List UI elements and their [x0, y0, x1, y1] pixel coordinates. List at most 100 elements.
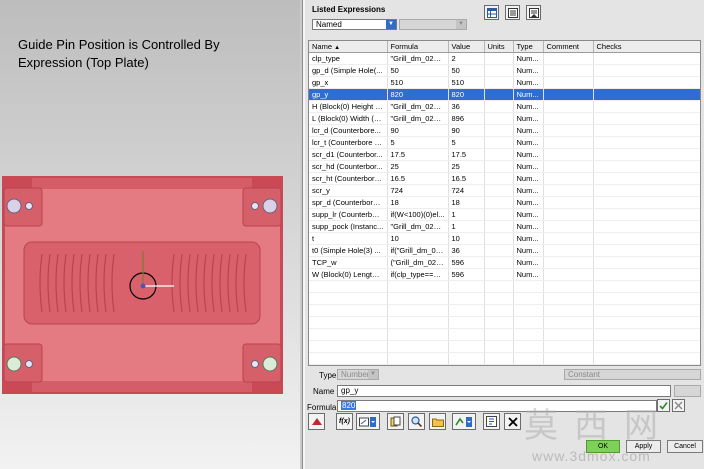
- table-row[interactable]: scr_hd (Counterbor... 25 25 Num...: [309, 160, 700, 173]
- table-row[interactable]: lcr_t (Counterbore H... 5 5 Num...: [309, 136, 700, 149]
- table-row[interactable]: scr_d1 (Counterbor... 17.5 17.5 Num...: [309, 148, 700, 161]
- screw-hole-bl: [25, 360, 33, 368]
- cell-checks: [593, 256, 700, 269]
- cell-units: [484, 76, 514, 89]
- cell-name: W (Block(0) Length (...: [309, 268, 388, 281]
- cell-type: Num...: [513, 208, 544, 221]
- cell-units: [484, 184, 514, 197]
- cell-name: t: [309, 232, 388, 245]
- cell-comment: [543, 64, 594, 77]
- export-expressions-button[interactable]: [526, 5, 541, 20]
- delete-button[interactable]: [504, 413, 521, 430]
- table-row[interactable]: spr_d (Counterbore ... 18 18 Num...: [309, 196, 700, 209]
- cell-value: 2: [448, 52, 485, 65]
- guide-pin-hole-tl[interactable]: [6, 198, 22, 214]
- table-row[interactable]: H (Block(0) Height (... "Grill_dm_025"...…: [309, 100, 700, 113]
- column-header-name[interactable]: Name ▲: [309, 41, 388, 53]
- cell-type: Num...: [513, 52, 544, 65]
- cell-type: Num...: [513, 172, 544, 185]
- measure-button[interactable]: [356, 413, 380, 430]
- cell-units: [484, 232, 514, 245]
- functions-button[interactable]: f(x): [336, 413, 353, 430]
- reject-edit-button[interactable]: [672, 399, 685, 412]
- listed-expressions-select[interactable]: Named ▼: [312, 19, 397, 30]
- cell-formula: "Grill_dm_025"...: [387, 112, 449, 125]
- cell-units: [484, 268, 514, 281]
- cell-name: H (Block(0) Height (...: [309, 100, 388, 113]
- cell-checks: [593, 52, 700, 65]
- open-file-button[interactable]: [429, 413, 446, 430]
- cell-units: [484, 148, 514, 161]
- link-options-button[interactable]: [452, 413, 476, 430]
- table-row[interactable]: lcr_d (Counterbore... 90 90 Num...: [309, 124, 700, 137]
- cell-comment: [543, 220, 594, 233]
- column-header-units[interactable]: Units: [484, 41, 514, 53]
- table-row[interactable]: supp_lr (Counterbor... if(W<100)(0)el... 1…: [309, 208, 700, 221]
- cell-name: lcr_t (Counterbore H...: [309, 136, 388, 149]
- screw-hole-br: [251, 360, 259, 368]
- cell-comment: [543, 124, 594, 137]
- cell-value: 820: [448, 88, 485, 101]
- listed-expressions-value: Named: [316, 20, 342, 29]
- cell-name: spr_d (Counterbore ...: [309, 196, 388, 209]
- column-header-value[interactable]: Value: [448, 41, 485, 53]
- cell-value: 90: [448, 124, 485, 137]
- name-input[interactable]: gp_y: [337, 385, 671, 397]
- type-value: Number: [341, 370, 370, 379]
- cell-formula: 50: [387, 64, 449, 77]
- cell-comment: [543, 196, 594, 209]
- ok-button[interactable]: OK: [586, 440, 620, 453]
- guide-pin-hole-br[interactable]: [262, 356, 278, 372]
- cell-checks: [593, 112, 700, 125]
- spreadsheet-edit-button[interactable]: [484, 5, 499, 20]
- table-row[interactable]: W (Block(0) Length (... if(clp_type==1)..…: [309, 268, 700, 281]
- table-row[interactable]: clp_type "Grill_dm_025"... 2 Num...: [309, 52, 700, 65]
- cell-name: supp_lr (Counterbor...: [309, 208, 388, 221]
- table-row[interactable]: t 10 10 Num...: [309, 232, 700, 245]
- cell-units: [484, 112, 514, 125]
- cell-comment: [543, 88, 594, 101]
- cell-type: Num...: [513, 148, 544, 161]
- table-row[interactable]: scr_y 724 724 Num...: [309, 184, 700, 197]
- table-row[interactable]: gp_d (Simple Hole(... 50 50 Num...: [309, 64, 700, 77]
- cell-value: 596: [448, 268, 485, 281]
- cell-checks: [593, 136, 700, 149]
- table-row[interactable]: t0 (Simple Hole(3) ... if("Grill_dm_02...…: [309, 244, 700, 257]
- link-icon: [455, 416, 472, 427]
- close-icon: [507, 416, 518, 427]
- column-header-checks[interactable]: Checks: [593, 41, 700, 53]
- type-select: Number ▼: [337, 369, 379, 380]
- column-header-comment[interactable]: Comment: [543, 41, 594, 53]
- cell-type: Num...: [513, 256, 544, 269]
- reference-button[interactable]: [387, 413, 404, 430]
- cell-name: gp_d (Simple Hole(...: [309, 64, 388, 77]
- column-header-type[interactable]: Type: [513, 41, 544, 53]
- accept-edit-button[interactable]: [657, 399, 670, 412]
- collapse-button[interactable]: [308, 413, 325, 430]
- import-expressions-button[interactable]: [505, 5, 520, 20]
- empty-row: [309, 316, 700, 329]
- cell-type: Num...: [513, 112, 544, 125]
- top-plate-model[interactable]: [2, 176, 283, 394]
- table-row[interactable]: L (Block(0) Width (Y... "Grill_dm_025"...…: [309, 112, 700, 125]
- empty-row: [309, 352, 700, 365]
- secondary-filter-select: ▼: [399, 19, 467, 30]
- apply-button[interactable]: Apply: [626, 440, 661, 453]
- guide-pin-hole-tr[interactable]: [262, 198, 278, 214]
- column-header-formula[interactable]: Formula: [387, 41, 449, 53]
- cell-formula: 16.5: [387, 172, 449, 185]
- cell-comment: [543, 208, 594, 221]
- import-icon: [507, 7, 518, 18]
- update-button[interactable]: [483, 413, 500, 430]
- table-row[interactable]: gp_y 820 820 Num...: [309, 88, 700, 101]
- table-row[interactable]: gp_x 510 510 Num...: [309, 76, 700, 89]
- table-row[interactable]: TCP_w ("Grill_dm_025... 596 Num...: [309, 256, 700, 269]
- cancel-button[interactable]: Cancel: [667, 440, 703, 453]
- find-button[interactable]: [408, 413, 425, 430]
- table-row[interactable]: scr_ht (Counterbore... 16.5 16.5 Num...: [309, 172, 700, 185]
- guide-pin-hole-bl[interactable]: [6, 356, 22, 372]
- table-row[interactable]: supp_pock (Instanc... "Grill_dm_025"... 1 N…: [309, 220, 700, 233]
- measure-icon: [359, 416, 376, 427]
- formula-input[interactable]: 820: [337, 400, 657, 412]
- cell-checks: [593, 232, 700, 245]
